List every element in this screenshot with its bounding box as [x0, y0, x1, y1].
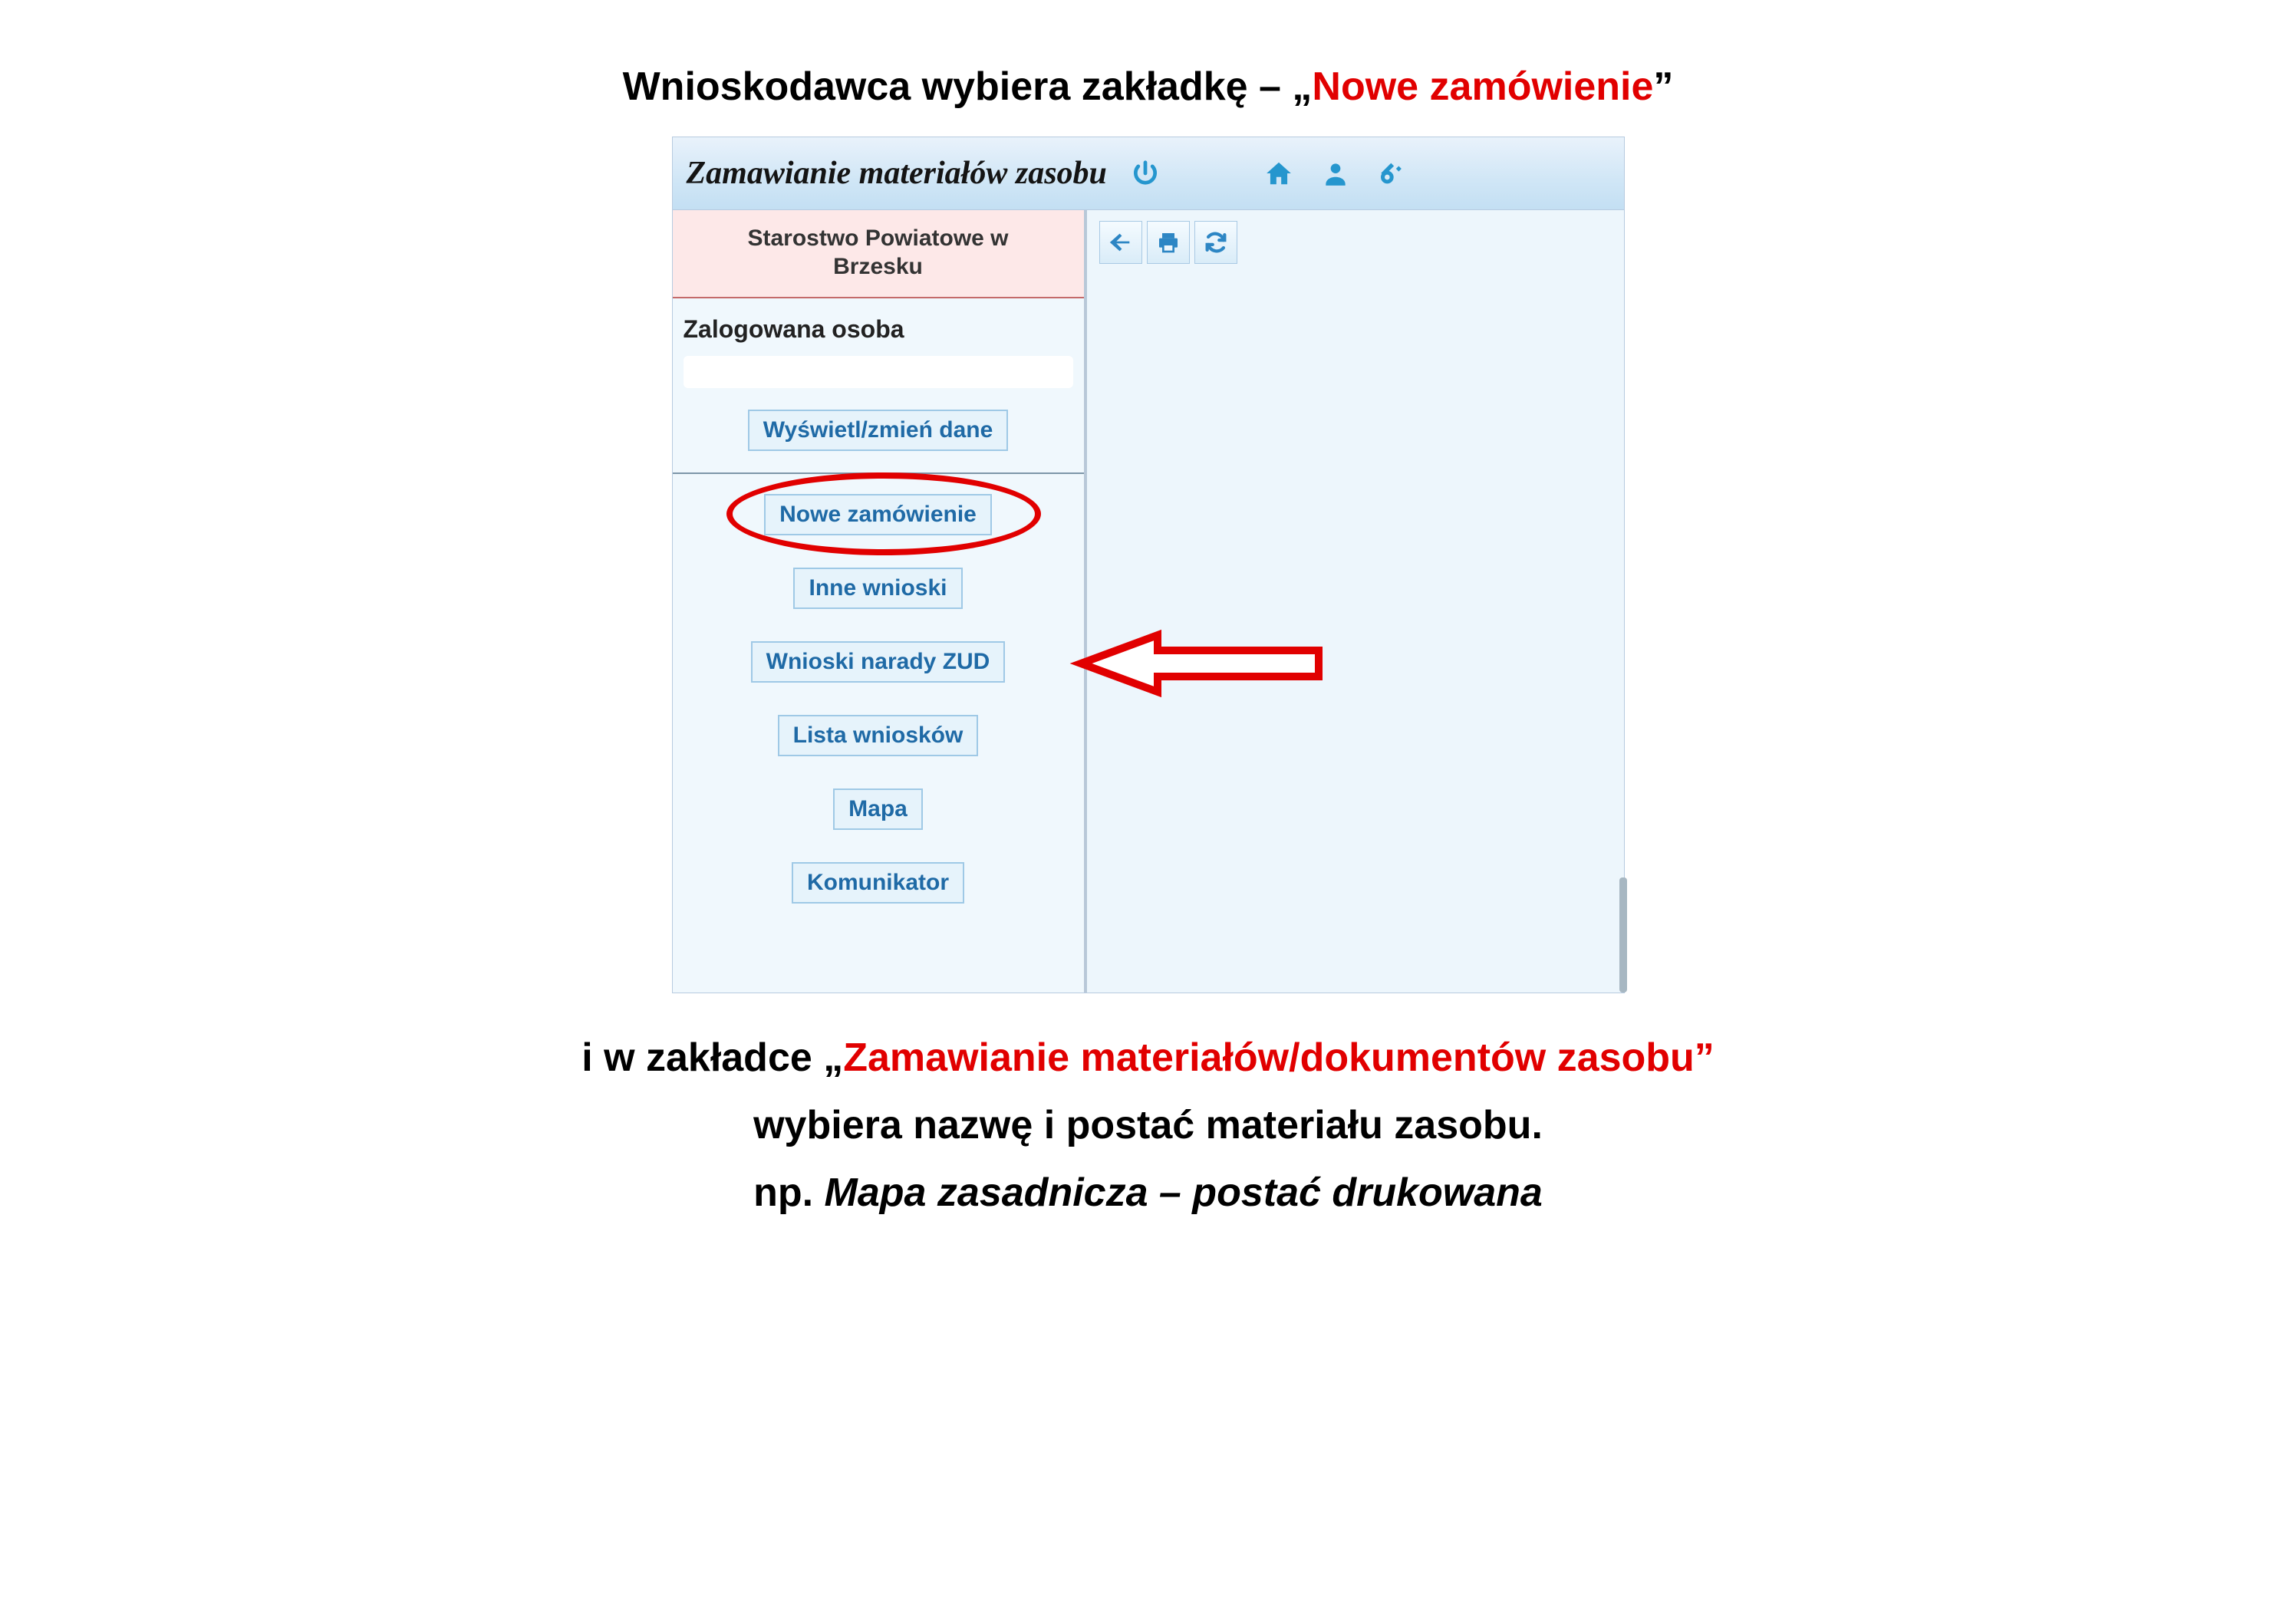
- organization-box: Starostwo Powiatowe w Brzesku: [673, 210, 1084, 298]
- screenshot-wrapper: Zamawianie materiałów zasobu: [46, 137, 2250, 993]
- instruction-text: i w zakładce „Zamawianie materiałów/doku…: [46, 1024, 2250, 1227]
- key-icon[interactable]: [1375, 156, 1409, 190]
- app-header: Zamawianie materiałów zasobu: [673, 137, 1624, 210]
- instruction-line-1: i w zakładce „Zamawianie materiałów/doku…: [46, 1024, 2250, 1091]
- instruction-line-3: np. Mapa zasadnicza – postać drukowana: [46, 1159, 2250, 1226]
- content-area: [1087, 210, 1624, 993]
- user-icon[interactable]: [1319, 156, 1352, 190]
- app-body: Starostwo Powiatowe w Brzesku Zalogowana…: [673, 210, 1624, 993]
- line3-prefix: np.: [753, 1170, 824, 1215]
- print-icon[interactable]: [1147, 221, 1190, 264]
- heading-after: ”: [1653, 64, 1673, 109]
- heading-highlight: Nowe zamówienie: [1312, 64, 1653, 109]
- view-change-wrap: Wyświetl/zmień dane: [673, 410, 1084, 472]
- nav-lista-wnioskow[interactable]: Lista wniosków: [778, 715, 979, 756]
- logged-person-label: Zalogowana osoba: [673, 298, 1084, 350]
- app-title: Zamawianie materiałów zasobu: [687, 155, 1107, 192]
- main-heading: Wnioskodawca wybiera zakładkę – „Nowe za…: [46, 61, 2250, 114]
- sidebar: Starostwo Powiatowe w Brzesku Zalogowana…: [673, 210, 1087, 993]
- sidebar-separator: [673, 472, 1084, 474]
- nav-wnioski-narady-zud[interactable]: Wnioski narady ZUD: [751, 641, 1006, 683]
- slide: Wnioskodawca wybiera zakładkę – „Nowe za…: [46, 61, 2250, 1227]
- nav-komunikator[interactable]: Komunikator: [792, 862, 964, 904]
- nav-inne-wnioski[interactable]: Inne wnioski: [793, 568, 962, 609]
- instruction-line-2: wybiera nazwę i postać materiału zasobu.: [46, 1091, 2250, 1159]
- back-arrow-icon[interactable]: [1099, 221, 1142, 264]
- nav-mapa[interactable]: Mapa: [833, 788, 923, 830]
- annotation-arrow: [1066, 621, 1326, 706]
- view-change-data-button[interactable]: Wyświetl/zmień dane: [748, 410, 1009, 451]
- header-icon-group: [1128, 156, 1409, 190]
- line1-before: i w zakładce „: [581, 1035, 843, 1080]
- app-screenshot: Zamawianie materiałów zasobu: [672, 137, 1625, 993]
- scrollbar[interactable]: [1619, 877, 1627, 993]
- logged-person-value: [684, 356, 1073, 388]
- line1-red: Zamawianie materiałów/dokumentów zasobu”: [843, 1035, 1715, 1080]
- org-line-1: Starostwo Powiatowe w: [693, 224, 1064, 253]
- sidebar-nav: Nowe zamówienie Inne wnioski Wnioski nar…: [673, 494, 1084, 927]
- heading-before: Wnioskodawca wybiera zakładkę – „: [623, 64, 1313, 109]
- content-toolbar: [1087, 210, 1624, 275]
- org-line-2: Brzesku: [693, 252, 1064, 281]
- refresh-icon[interactable]: [1194, 221, 1237, 264]
- power-icon[interactable]: [1128, 156, 1162, 190]
- line3-italic: Mapa zasadnicza – postać drukowana: [825, 1170, 1543, 1215]
- home-icon[interactable]: [1262, 156, 1296, 190]
- nav-nowe-zamowienie[interactable]: Nowe zamówienie: [764, 494, 992, 535]
